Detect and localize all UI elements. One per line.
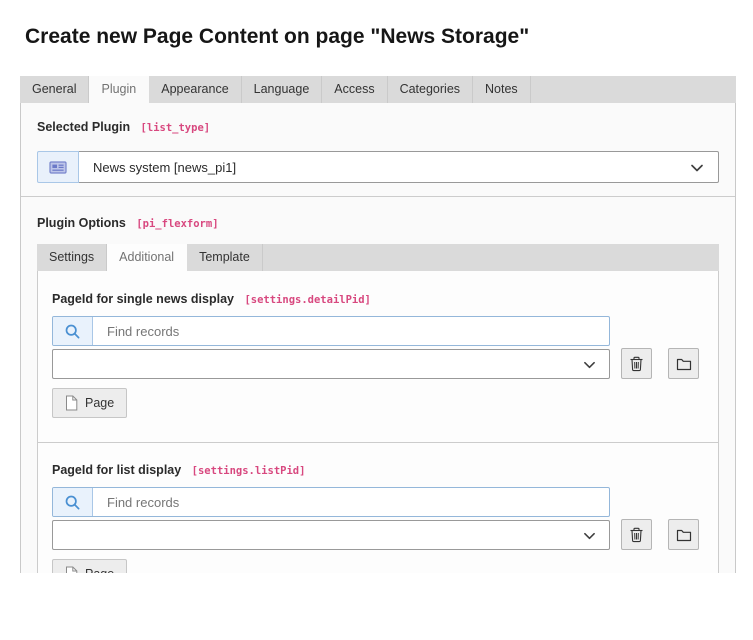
tab-language[interactable]: Language — [242, 76, 323, 103]
browse-records-button[interactable] — [668, 519, 699, 550]
field-label: PageId for single news display — [52, 292, 234, 306]
page-button-label: Page — [85, 567, 114, 573]
selected-plugin-section: Selected Plugin [list_type] — [37, 119, 719, 183]
tab-panel-plugin: Selected Plugin [list_type] — [20, 103, 736, 573]
field-key: [settings.listPid] — [192, 465, 306, 477]
search-icon — [64, 494, 81, 511]
flexform-panel-additional: PageId for single news display [settings… — [37, 271, 719, 573]
remove-selected-button[interactable] — [621, 519, 652, 550]
chevron-down-icon — [583, 532, 596, 541]
page-title: Create new Page Content on page "News St… — [25, 26, 753, 48]
chevron-down-icon — [583, 361, 596, 370]
field-label-row: PageId for single news display [settings… — [52, 291, 704, 308]
flexform-tabbar: SettingsAdditionalTemplate — [37, 244, 719, 271]
search-addon — [53, 488, 93, 516]
plugin-select-group: News system [news_pi1] — [37, 151, 719, 183]
tab-appearance[interactable]: Appearance — [149, 76, 241, 103]
plugin-icon-addon — [37, 151, 79, 183]
viewport: Create new Page Content on page "News St… — [0, 0, 753, 573]
page-icon — [65, 395, 78, 411]
chevron-down-icon — [690, 164, 704, 173]
flexform-fields: PageId for single news display [settings… — [52, 291, 704, 573]
field-divider — [38, 442, 718, 443]
tab-general[interactable]: General — [20, 76, 89, 103]
main-tabbar: GeneralPluginAppearanceLanguageAccessCat… — [20, 76, 736, 103]
subtab-settings[interactable]: Settings — [37, 244, 107, 271]
field-label: PageId for list display — [52, 463, 181, 477]
page-button[interactable]: Page — [52, 388, 127, 418]
record-search-group — [52, 316, 610, 346]
flexform-field-group: PageId for list display [settings.listPi… — [52, 462, 704, 573]
newspaper-icon — [49, 160, 67, 175]
trash-icon — [629, 356, 644, 372]
field-label-row: PageId for list display [settings.listPi… — [52, 462, 704, 479]
subtab-template[interactable]: Template — [187, 244, 263, 271]
record-search-group — [52, 487, 610, 517]
tab-categories[interactable]: Categories — [388, 76, 473, 103]
plugin-options-section: Plugin Options [pi_flexform] SettingsAdd… — [37, 215, 719, 573]
field-key: [settings.detailPid] — [244, 294, 370, 306]
plugin-options-label: Plugin Options — [37, 216, 126, 230]
record-search-input[interactable] — [93, 488, 609, 516]
selected-plugin-label: Selected Plugin — [37, 120, 130, 134]
selected-records-row — [52, 348, 704, 379]
page-icon — [65, 566, 78, 573]
search-addon — [53, 317, 93, 345]
subtab-additional[interactable]: Additional — [107, 244, 187, 271]
tab-plugin[interactable]: Plugin — [89, 76, 149, 103]
remove-selected-button[interactable] — [621, 348, 652, 379]
trash-icon — [629, 527, 644, 543]
flexform-field-group: PageId for single news display [settings… — [52, 291, 704, 418]
selected-plugin-key: [list_type] — [141, 122, 211, 134]
page-button[interactable]: Page — [52, 559, 127, 573]
selected-records-row — [52, 519, 704, 550]
record-search-input[interactable] — [93, 317, 609, 345]
selected-records-select[interactable] — [52, 349, 610, 379]
search-icon — [64, 323, 81, 340]
plugin-options-key: [pi_flexform] — [136, 218, 218, 230]
field-label-row: Plugin Options [pi_flexform] — [37, 215, 719, 232]
tab-notes[interactable]: Notes — [473, 76, 531, 103]
flexform-tabs-wrap: SettingsAdditionalTemplate PageId for si… — [37, 244, 719, 573]
field-label-row: Selected Plugin [list_type] — [37, 119, 719, 136]
section-divider — [21, 196, 735, 197]
page-button-label: Page — [85, 396, 114, 410]
folder-icon — [676, 528, 692, 542]
plugin-select-value: News system [news_pi1] — [93, 160, 236, 175]
tab-access[interactable]: Access — [322, 76, 387, 103]
selected-records-select[interactable] — [52, 520, 610, 550]
folder-icon — [676, 357, 692, 371]
plugin-select[interactable]: News system [news_pi1] — [79, 151, 719, 183]
browse-records-button[interactable] — [668, 348, 699, 379]
record-form: GeneralPluginAppearanceLanguageAccessCat… — [20, 76, 736, 573]
